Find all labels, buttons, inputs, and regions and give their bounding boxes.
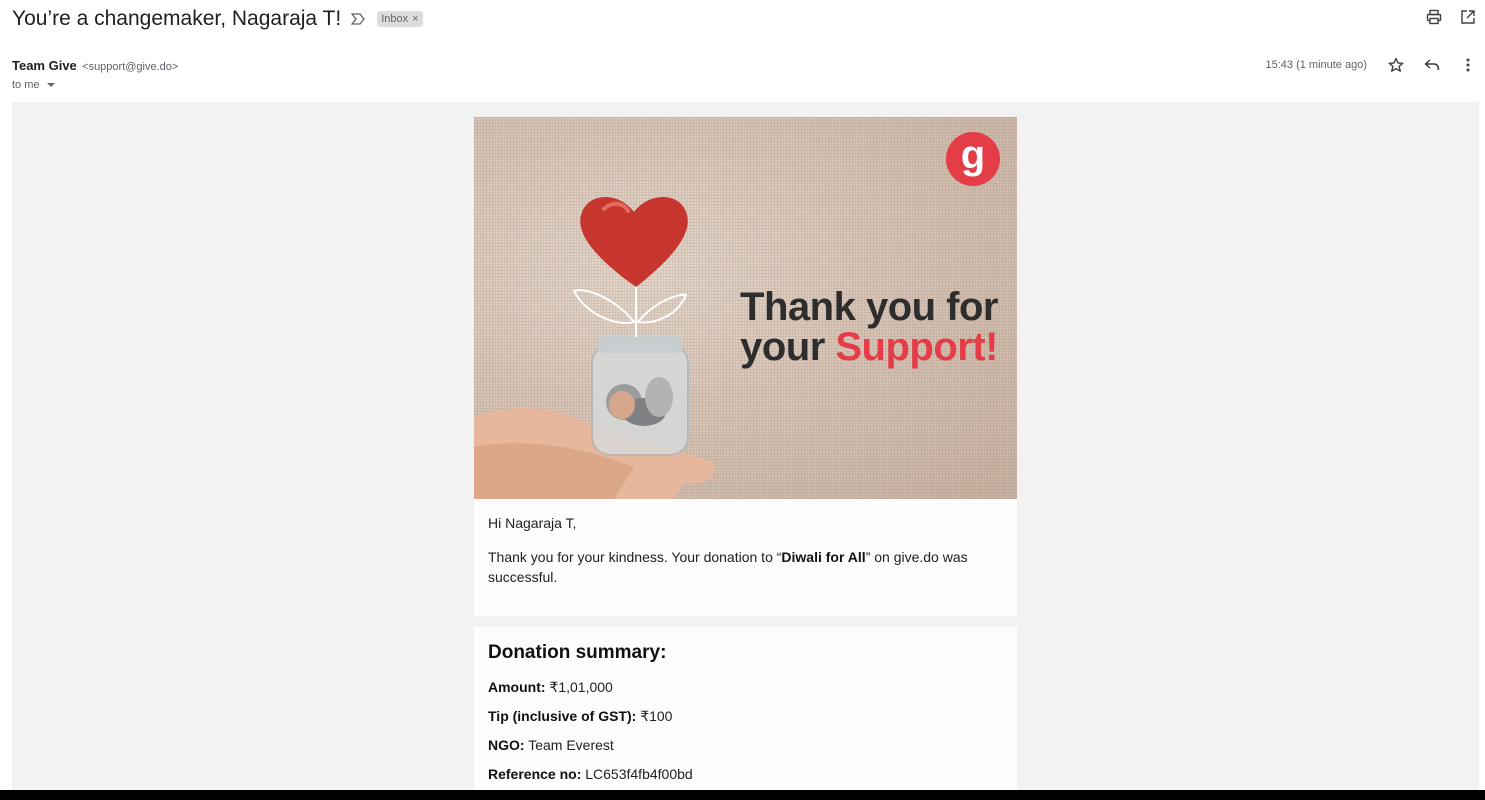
message-timestamp: 15:43 (1 minute ago) — [1265, 59, 1367, 71]
hero-headline-line1: Thank you for — [740, 285, 998, 329]
summary-label: Tip (inclusive of GST): — [488, 708, 637, 724]
hero-headline: Thank you for your Support! — [706, 287, 998, 367]
print-icon[interactable] — [1425, 8, 1443, 26]
screen-bottom-edge — [0, 790, 1485, 800]
sender-email: <support@give.do> — [82, 61, 179, 73]
remove-label-button[interactable]: × — [412, 13, 418, 25]
star-icon[interactable] — [1387, 56, 1405, 74]
summary-title: Donation summary: — [488, 642, 667, 663]
thank-you-message: Thank you for your kindness. Your donati… — [488, 547, 1003, 587]
label-chip-inbox: Inbox × — [377, 11, 423, 27]
message-meta: 15:43 (1 minute ago) — [1265, 56, 1477, 74]
email-subject: You’re a changemaker, Nagaraja T! — [12, 7, 342, 30]
recipient-row[interactable]: to me — [12, 79, 55, 91]
label-chip-text: Inbox — [381, 13, 409, 25]
summary-row-reference: Reference no: LC653f4fb4f00bd — [488, 765, 1003, 784]
summary-value: ₹1,01,000 — [545, 679, 613, 695]
summary-label: NGO: — [488, 737, 525, 753]
sender-row: Team Give <support@give.do> — [12, 58, 178, 73]
summary-row-tip: Tip (inclusive of GST): ₹100 — [488, 707, 1003, 726]
important-marker-icon[interactable] — [351, 11, 367, 27]
more-vertical-icon[interactable] — [1459, 56, 1477, 74]
donation-summary-card: Donation summary: Amount: ₹1,01,000 Tip … — [474, 627, 1017, 792]
summary-label: Reference no: — [488, 766, 582, 782]
top-actions — [1425, 8, 1477, 26]
hero-banner: g Thank you for your Support! — [474, 117, 1017, 499]
subject-bar: You’re a changemaker, Nagaraja T! Inbox … — [12, 6, 423, 32]
recipient-details-chevron-icon[interactable] — [46, 83, 55, 87]
summary-row-amount: Amount: ₹1,01,000 — [488, 678, 1003, 697]
thank-you-prefix: Thank you for your kindness. Your donati… — [488, 549, 782, 565]
summary-label: Amount: — [488, 679, 546, 695]
hero-headline-support: Support! — [835, 325, 998, 369]
summary-value: Team Everest — [524, 737, 614, 753]
recipient-text: to me — [12, 79, 40, 91]
hero-headline-your: your — [740, 325, 836, 369]
sender-name[interactable]: Team Give — [12, 58, 77, 73]
heart-plant-jar-illustration — [474, 197, 715, 499]
summary-value: LC653f4fb4f00bd — [581, 766, 693, 782]
greeting-text: Hi Nagaraja T, — [488, 515, 577, 531]
summary-value: ₹100 — [636, 708, 673, 724]
campaign-name: Diwali for All — [781, 549, 866, 565]
reply-icon[interactable] — [1423, 56, 1441, 74]
give-logo-letter: g — [960, 133, 986, 177]
hero-headline-line2: your Support! — [706, 327, 998, 367]
greeting-card: Hi Nagaraja T, Thank you for your kindne… — [474, 499, 1017, 616]
email-body: g Thank you for your Support! Hi Nagaraj… — [12, 102, 1479, 792]
summary-row-ngo: NGO: Team Everest — [488, 736, 1003, 755]
open-in-new-window-icon[interactable] — [1459, 8, 1477, 26]
give-logo[interactable]: g — [946, 132, 1000, 186]
